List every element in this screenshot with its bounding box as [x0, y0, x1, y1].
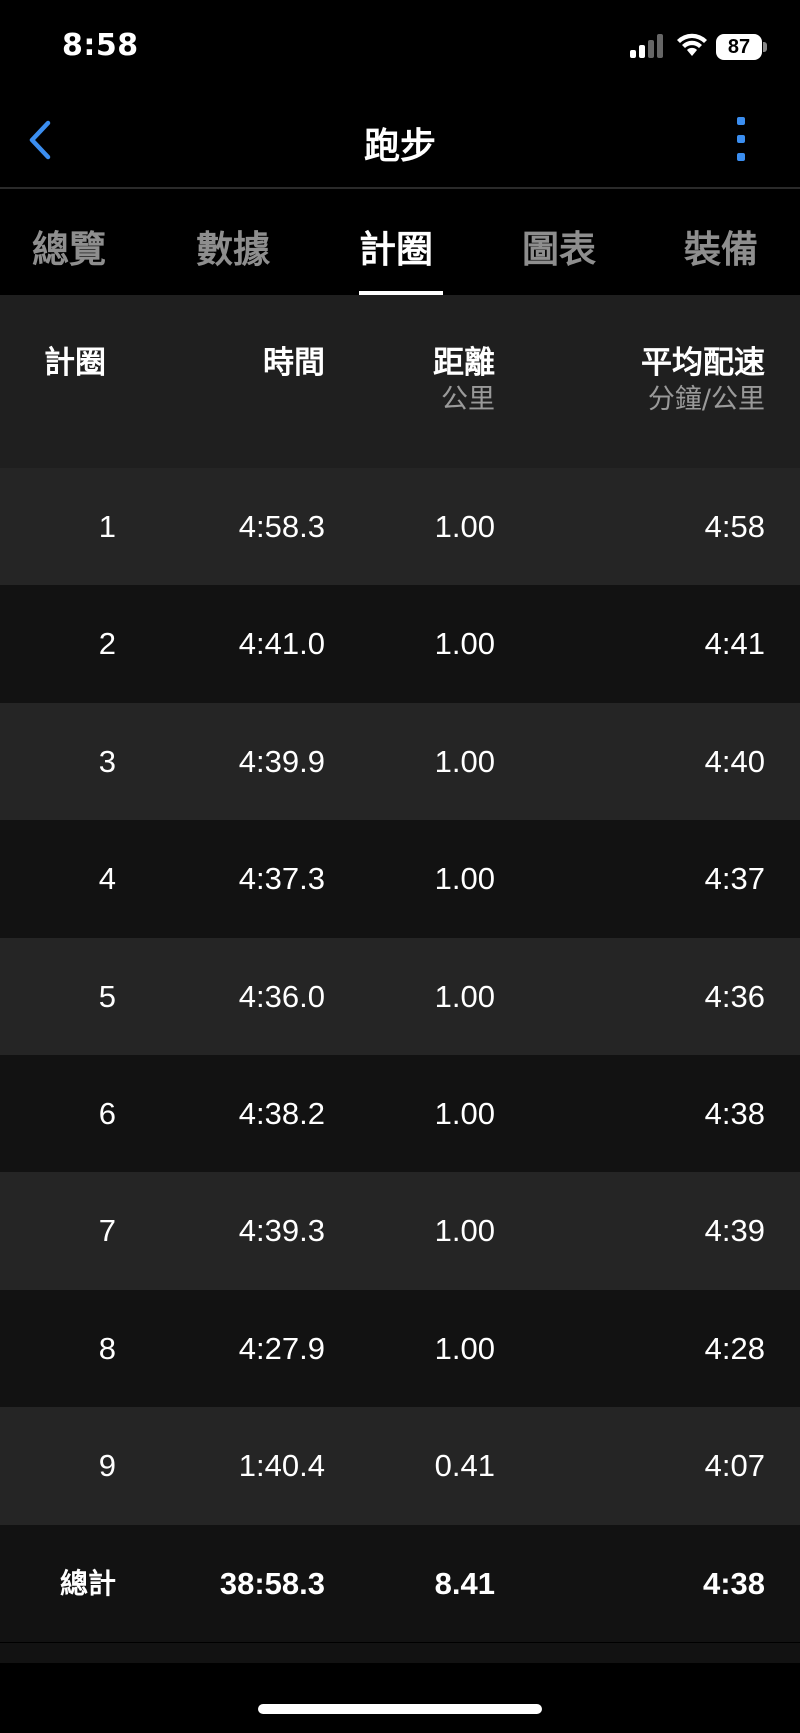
lap-pace: 4:40 [704, 743, 765, 779]
lap-pace: 4:36 [704, 978, 765, 1014]
lap-row[interactable]: 4 4:37.3 1.00 4:37 [0, 820, 800, 938]
laps-table-header: 計圈 時間 距離 公里 平均配速 分鐘/公里 [0, 295, 800, 468]
column-header-distance: 距離 [433, 345, 495, 381]
tab-laps[interactable]: 計圈 [359, 219, 433, 273]
lap-pace: 4:39 [704, 1213, 765, 1249]
lap-time: 4:39.9 [238, 743, 325, 779]
lap-distance: 1.00 [434, 1095, 495, 1131]
lap-time: 4:41.0 [238, 626, 325, 662]
lap-row[interactable]: 3 4:39.9 1.00 4:40 [0, 702, 800, 821]
more-options-button[interactable] [726, 117, 756, 165]
lap-row[interactable]: 7 4:39.3 1.00 4:39 [0, 1172, 800, 1290]
lap-time: 1:40.4 [238, 1448, 325, 1484]
total-distance: 8.41 [434, 1565, 495, 1601]
lap-number: 4 [98, 861, 116, 897]
lap-distance: 1.00 [434, 1330, 495, 1366]
tab-overview[interactable]: 總覽 [32, 219, 106, 273]
lap-time: 4:27.9 [238, 1330, 325, 1366]
battery-icon: 87 [716, 34, 762, 60]
lap-pace: 4:37 [704, 861, 765, 897]
lap-number: 5 [98, 978, 116, 1014]
column-header-lap: 計圈 [44, 345, 106, 381]
lap-number: 1 [98, 509, 116, 544]
column-unit-avg-pace: 分鐘/公里 [647, 384, 765, 415]
lap-pace: 4:58 [704, 509, 765, 544]
tab-stats[interactable]: 數據 [196, 219, 270, 273]
lap-pace: 4:07 [704, 1448, 765, 1484]
lap-number: 6 [98, 1095, 116, 1131]
page-title: 跑步 [363, 126, 436, 167]
lap-distance: 1.00 [434, 861, 495, 897]
tab-bar: 總覽 數據 計圈 圖表 裝備 [0, 191, 800, 295]
cellular-signal-icon [630, 34, 668, 58]
tab-charts[interactable]: 圖表 [522, 219, 596, 273]
lap-row[interactable]: 9 1:40.4 0.41 4:07 [0, 1407, 800, 1525]
status-bar: 8:58 87 [0, 0, 800, 95]
lap-number: 3 [98, 743, 116, 779]
lap-distance: 1.00 [434, 978, 495, 1014]
lap-time: 4:39.3 [238, 1213, 325, 1249]
lap-pace: 4:28 [704, 1330, 765, 1366]
battery-nub [763, 42, 767, 52]
column-header-time: 時間 [263, 345, 325, 381]
lap-number: 8 [98, 1330, 116, 1366]
lap-row[interactable]: 6 4:38.2 1.00 4:38 [0, 1054, 800, 1173]
vertical-ellipsis-icon [737, 117, 745, 125]
lap-distance: 1.00 [434, 1213, 495, 1249]
lap-time: 4:38.2 [238, 1095, 325, 1131]
tab-gear[interactable]: 裝備 [684, 219, 758, 273]
home-indicator[interactable] [258, 1704, 542, 1714]
lap-distance: 1.00 [434, 743, 495, 779]
status-time: 8:58 [62, 28, 139, 63]
lap-distance: 1.00 [434, 626, 495, 662]
lap-distance: 1.00 [434, 509, 495, 544]
column-unit-distance: 公里 [441, 384, 495, 415]
list-end-spacer [0, 1643, 800, 1663]
nav-header: 跑步 [0, 95, 800, 189]
lap-distance: 0.41 [434, 1448, 495, 1484]
lap-row[interactable]: 5 4:36.0 1.00 4:36 [0, 937, 800, 1055]
total-time: 38:58.3 [219, 1565, 325, 1601]
total-row: 總計 38:58.3 8.41 4:38 [0, 1524, 800, 1642]
total-label: 總計 [59, 1566, 116, 1600]
lap-row[interactable]: 1 4:58.3 1.00 4:58 [0, 468, 800, 586]
vertical-ellipsis-dot [737, 153, 745, 161]
lap-pace: 4:41 [704, 626, 765, 662]
lap-row[interactable]: 2 4:41.0 1.00 4:41 [0, 585, 800, 703]
column-header-avg-pace: 平均配速 [641, 345, 765, 381]
lap-number: 7 [98, 1213, 116, 1249]
wifi-icon [677, 33, 707, 56]
lap-time: 4:58.3 [238, 509, 325, 544]
lap-row[interactable]: 8 4:27.9 1.00 4:28 [0, 1289, 800, 1408]
lap-time: 4:37.3 [238, 861, 325, 897]
lap-number: 9 [98, 1448, 116, 1484]
lap-number: 2 [98, 626, 116, 662]
laps-table-body: 1 4:58.3 1.00 4:58 2 4:41.0 1.00 4:41 3 … [0, 468, 800, 1642]
total-pace: 4:38 [702, 1565, 765, 1601]
vertical-ellipsis-dot [737, 135, 745, 143]
lap-pace: 4:38 [704, 1095, 765, 1131]
lap-time: 4:36.0 [238, 978, 325, 1014]
